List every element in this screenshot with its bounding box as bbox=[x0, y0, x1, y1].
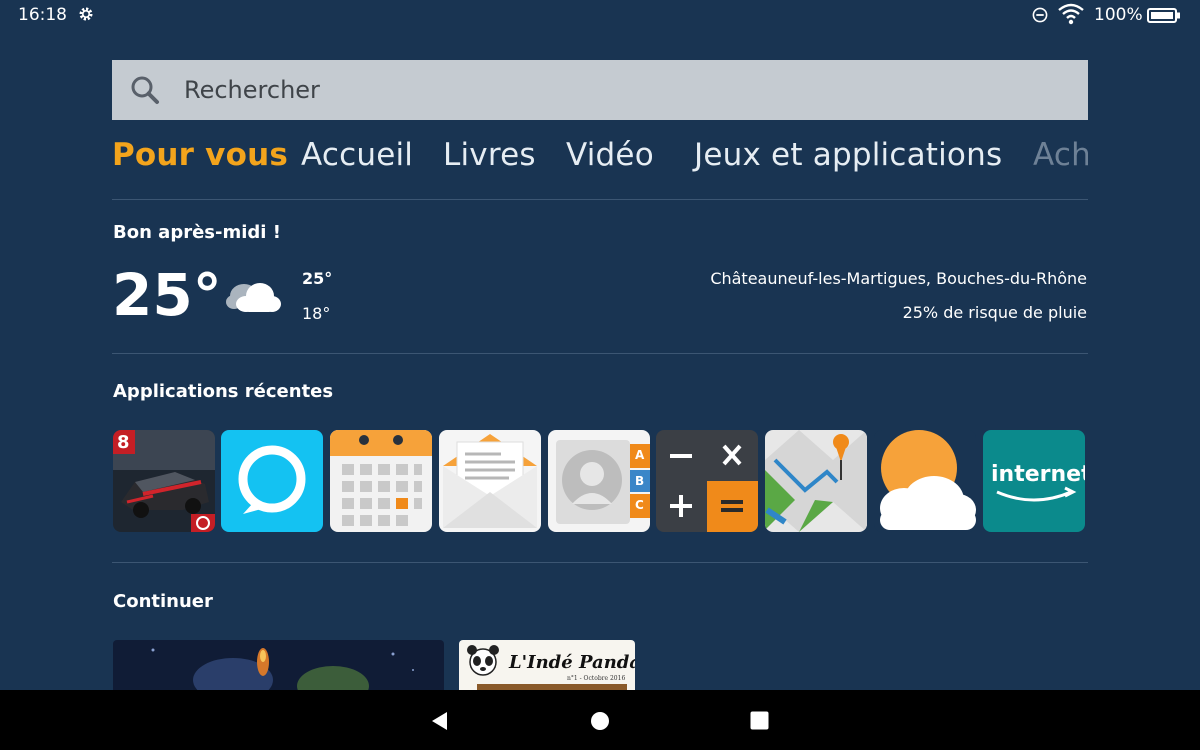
app-calendar[interactable] bbox=[330, 430, 432, 532]
continue-title: Continuer bbox=[113, 591, 213, 612]
contacts-letter-a: A bbox=[635, 448, 645, 462]
panda-icon bbox=[467, 645, 499, 676]
internet-label: internet bbox=[991, 462, 1085, 487]
contacts-letter-c: C bbox=[635, 498, 644, 512]
category-tabs: Pour vous Accueil Livres Vidéo Jeux et a… bbox=[112, 137, 1088, 185]
contacts-letter-b: B bbox=[635, 474, 645, 488]
do-not-disturb-icon bbox=[1032, 7, 1048, 23]
search-bar[interactable] bbox=[112, 60, 1088, 120]
search-input[interactable] bbox=[184, 60, 1064, 120]
high-temperature: 25° bbox=[302, 269, 333, 288]
continue-video-card[interactable] bbox=[113, 640, 444, 690]
map-icon bbox=[765, 430, 867, 532]
weather-location: Châteauneuf-les-Martigues, Bouches-du-Rh… bbox=[710, 269, 1087, 288]
divider bbox=[112, 562, 1088, 563]
book-title: L'Indé Panda bbox=[509, 652, 635, 673]
video-thumbnail bbox=[113, 640, 444, 690]
app-asphalt-8[interactable]: 8 bbox=[113, 430, 215, 532]
greeting: Bon après-midi ! bbox=[113, 222, 281, 243]
tab-video[interactable]: Vidéo bbox=[566, 137, 654, 173]
home-icon[interactable] bbox=[590, 711, 610, 731]
current-temperature: 25° bbox=[112, 261, 222, 329]
search-icon bbox=[131, 76, 159, 104]
low-temperature: 18° bbox=[302, 304, 331, 323]
divider bbox=[112, 199, 1088, 200]
app-calculator[interactable] bbox=[656, 430, 758, 532]
status-bar: 16:18 100% bbox=[0, 0, 1200, 30]
divider bbox=[112, 353, 1088, 354]
app-email[interactable] bbox=[439, 430, 541, 532]
app-weather[interactable] bbox=[874, 430, 976, 532]
tab-jeux-applications[interactable]: Jeux et applications bbox=[694, 137, 1002, 173]
tab-livres[interactable]: Livres bbox=[443, 137, 536, 173]
weather-icon bbox=[874, 430, 976, 532]
recent-apps-title: Applications récentes bbox=[113, 381, 334, 402]
back-icon[interactable] bbox=[430, 711, 450, 731]
alexa-icon bbox=[221, 430, 323, 532]
cloud-icon bbox=[226, 283, 281, 312]
tab-pour-vous[interactable]: Pour vous bbox=[112, 137, 288, 173]
calendar-icon bbox=[330, 430, 432, 532]
app-badge: 8 bbox=[117, 432, 130, 453]
battery-icon bbox=[1147, 8, 1180, 23]
wifi-icon bbox=[1058, 3, 1084, 25]
app-internet[interactable]: internet bbox=[983, 430, 1085, 532]
recent-apps-icon[interactable] bbox=[750, 711, 769, 730]
tab-achats[interactable]: Ach bbox=[1033, 137, 1088, 173]
book-subtitle: n°1 - Octobre 2016 bbox=[567, 675, 626, 682]
tab-accueil[interactable]: Accueil bbox=[301, 137, 413, 173]
app-contacts[interactable]: A B C bbox=[548, 430, 650, 532]
battery-percent: 100% bbox=[1094, 5, 1143, 25]
status-time: 16:18 bbox=[18, 5, 67, 25]
app-alexa[interactable] bbox=[221, 430, 323, 532]
settings-icon bbox=[79, 7, 93, 21]
app-maps[interactable] bbox=[765, 430, 867, 532]
rain-chance: 25% de risque de pluie bbox=[902, 303, 1087, 322]
calculator-icon bbox=[656, 430, 758, 532]
continue-book-card[interactable]: L'Indé Panda n°1 - Octobre 2016 bbox=[459, 640, 635, 690]
email-icon bbox=[439, 430, 541, 532]
